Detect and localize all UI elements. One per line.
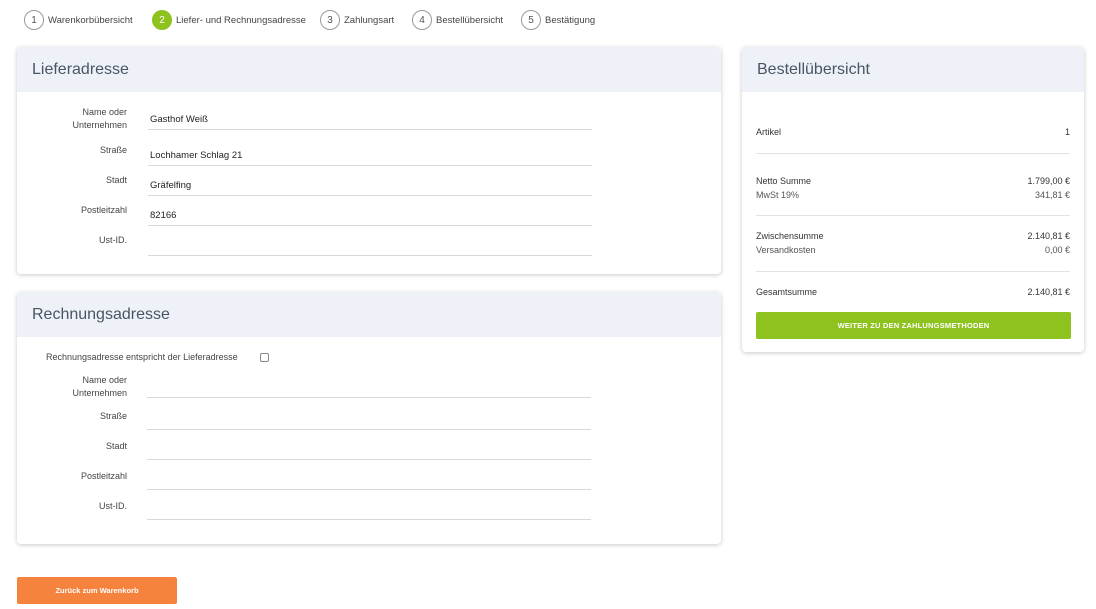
label-line: Name oder bbox=[82, 375, 127, 385]
summary-subtotal-label: Zwischensumme bbox=[756, 231, 824, 241]
billing-street-input[interactable] bbox=[147, 406, 591, 430]
delivery-city-label: Stadt bbox=[105, 175, 127, 185]
delivery-zip-input[interactable] bbox=[148, 202, 592, 226]
summary-shipping-value: 0,00 € bbox=[1044, 245, 1070, 255]
step-number: 4 bbox=[412, 10, 432, 30]
step-label: Bestätigung bbox=[545, 14, 596, 26]
order-summary-title: Bestellübersicht bbox=[742, 47, 1084, 92]
summary-net-row: Netto Summe 1.799,00 € bbox=[756, 176, 1070, 186]
continue-to-payment-button[interactable]: WEITER ZU DEN ZAHLUNGSMETHODEN bbox=[756, 312, 1071, 339]
step-label: Liefer- und Rechnungsadresse bbox=[176, 14, 306, 26]
summary-items-value: 1 bbox=[1064, 127, 1070, 137]
step-order-overview[interactable]: 4 Bestellübersicht bbox=[412, 9, 503, 31]
step-payment[interactable]: 3 Zahlungsart bbox=[320, 9, 394, 31]
summary-vat-value: 341,81 € bbox=[1034, 190, 1070, 200]
billing-street-label: Straße bbox=[99, 411, 127, 421]
billing-address-card: Rechnungsadresse Rechnungsadresse entspr… bbox=[17, 292, 721, 544]
step-address[interactable]: 2 Liefer- und Rechnungsadresse bbox=[152, 9, 306, 31]
step-label: Bestellübersicht bbox=[436, 14, 504, 26]
delivery-vat-input[interactable] bbox=[148, 232, 592, 256]
step-number: 3 bbox=[320, 10, 340, 30]
summary-shipping-label: Versandkosten bbox=[756, 245, 816, 255]
step-cart-overview[interactable]: 1 Warenkorbübersicht bbox=[24, 9, 133, 31]
delivery-name-label: Name oder Unternehmen bbox=[37, 106, 127, 132]
step-confirmation[interactable]: 5 Bestätigung bbox=[521, 9, 595, 31]
summary-items-label: Artikel bbox=[756, 127, 782, 137]
billing-vat-label: Ust-ID. bbox=[99, 501, 127, 511]
billing-name-label: Name oder Unternehmen bbox=[37, 374, 127, 400]
delivery-address-card: Lieferadresse Name oder Unternehmen Stra… bbox=[17, 47, 721, 274]
billing-address-title: Rechnungsadresse bbox=[17, 292, 721, 337]
summary-divider bbox=[756, 153, 1070, 154]
step-number: 5 bbox=[521, 10, 541, 30]
label-line: Name oder bbox=[82, 107, 127, 117]
step-label: Zahlungsart bbox=[344, 14, 395, 26]
summary-total-value: 2.140,81 € bbox=[1027, 287, 1070, 297]
summary-total-row: Gesamtsumme 2.140,81 € bbox=[756, 287, 1070, 297]
billing-city-label: Stadt bbox=[105, 441, 127, 451]
summary-vat-row: MwSt 19% 341,81 € bbox=[756, 190, 1070, 200]
delivery-street-label: Straße bbox=[99, 145, 127, 155]
delivery-zip-label: Postleitzahl bbox=[80, 205, 127, 215]
summary-items-row: Artikel 1 bbox=[756, 127, 1070, 137]
summary-net-value: 1.799,00 € bbox=[1027, 176, 1070, 186]
delivery-address-title: Lieferadresse bbox=[17, 47, 721, 92]
billing-city-input[interactable] bbox=[147, 436, 591, 460]
back-to-cart-button[interactable]: Zurück zum Warenkorb bbox=[17, 577, 177, 604]
label-line: Unternehmen bbox=[72, 388, 127, 398]
order-summary-card: Bestellübersicht Artikel 1 Netto Summe 1… bbox=[742, 47, 1084, 352]
summary-divider bbox=[756, 215, 1070, 216]
same-as-delivery-checkbox[interactable] bbox=[259, 352, 269, 362]
delivery-vat-label: Ust-ID. bbox=[99, 235, 127, 245]
step-number: 1 bbox=[24, 10, 44, 30]
same-as-delivery-row: Rechnungsadresse entspricht der Lieferad… bbox=[46, 352, 269, 362]
billing-zip-label: Postleitzahl bbox=[80, 471, 127, 481]
delivery-name-input[interactable] bbox=[148, 106, 592, 130]
summary-net-label: Netto Summe bbox=[756, 176, 812, 186]
summary-subtotal-value: 2.140,81 € bbox=[1027, 231, 1070, 241]
step-label: Warenkorbübersicht bbox=[48, 14, 133, 26]
billing-vat-input[interactable] bbox=[147, 496, 591, 520]
label-line: Unternehmen bbox=[72, 120, 127, 130]
billing-name-input[interactable] bbox=[147, 374, 591, 398]
summary-divider bbox=[756, 271, 1070, 272]
summary-subtotal-row: Zwischensumme 2.140,81 € bbox=[756, 231, 1070, 241]
summary-vat-label: MwSt 19% bbox=[756, 190, 800, 200]
summary-total-label: Gesamtsumme bbox=[756, 287, 818, 297]
summary-shipping-row: Versandkosten 0,00 € bbox=[756, 245, 1070, 255]
same-as-delivery-label: Rechnungsadresse entspricht der Lieferad… bbox=[46, 352, 238, 362]
delivery-city-input[interactable] bbox=[148, 172, 592, 196]
delivery-street-input[interactable] bbox=[148, 142, 592, 166]
billing-zip-input[interactable] bbox=[147, 466, 591, 490]
step-number: 2 bbox=[152, 10, 172, 30]
